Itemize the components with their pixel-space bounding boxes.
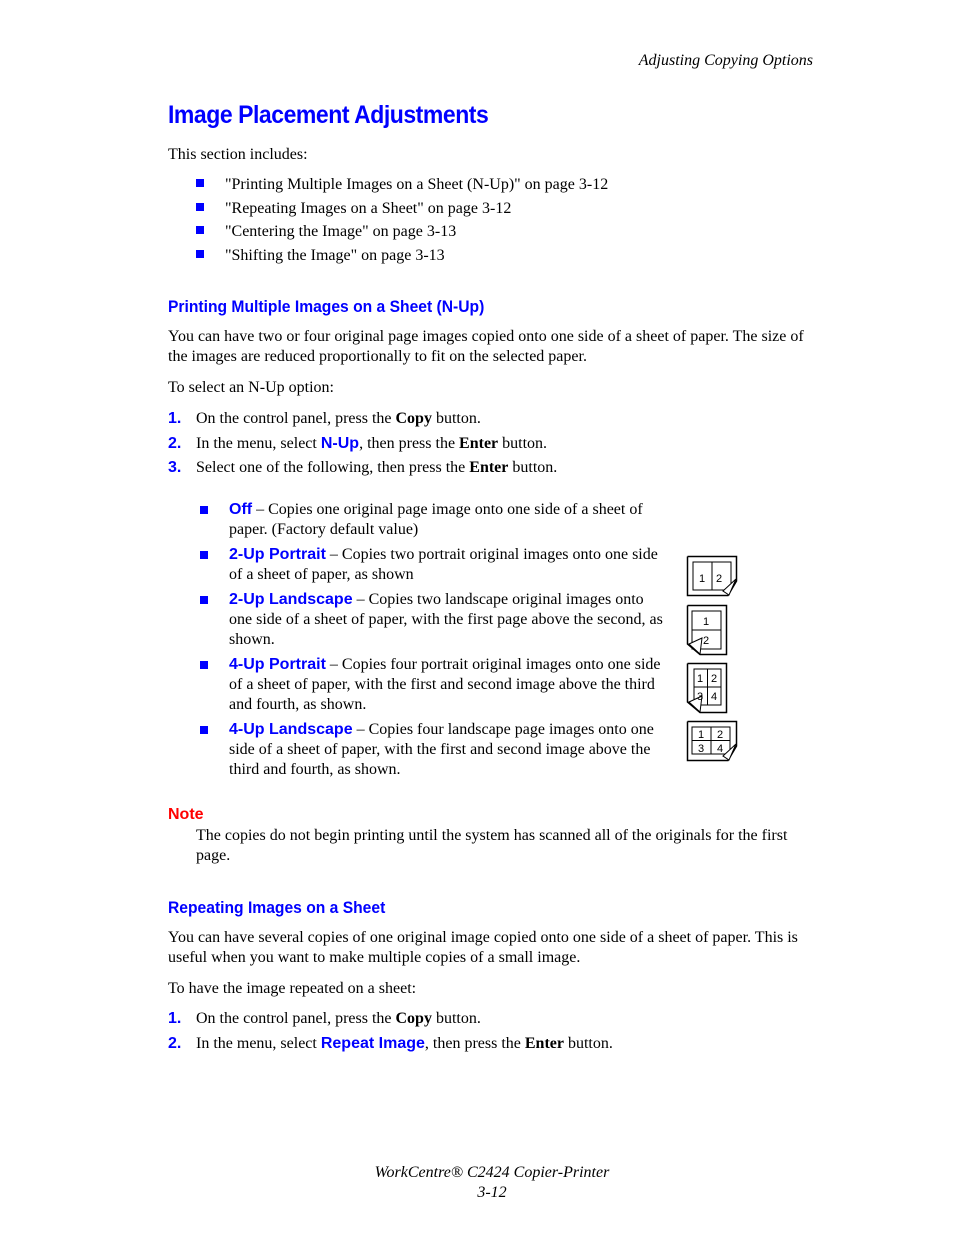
option-off: Off – Copies one original page image ont… (200, 500, 670, 540)
toc-list: "Printing Multiple Images on a Sheet (N-… (196, 176, 608, 270)
option-name: Off (229, 501, 253, 518)
step-number: 3. (168, 459, 182, 476)
bullet-icon (200, 551, 208, 559)
four-up-landscape-diagram-icon: 1 2 3 4 (686, 720, 738, 762)
step-number: 2. (168, 434, 182, 452)
option-2up-portrait: 2-Up Portrait – Copies two portrait orig… (200, 545, 670, 585)
diagram-label: 4 (711, 691, 717, 703)
bullet-icon (196, 179, 204, 187)
option-name: 2-Up Portrait (229, 546, 326, 563)
two-up-portrait-diagram-icon: 1 2 (686, 555, 738, 597)
footer-product: WorkCentre® C2424 Copier-Printer (374, 1164, 610, 1181)
step-text: In the menu, select N-Up, then press the… (196, 434, 548, 452)
repeat-lead: To have the image repeated on a sheet: (168, 980, 417, 997)
diagram-label: 2 (717, 729, 723, 741)
nup-steps: 1. On the control panel, press the Copy … (168, 410, 557, 484)
repeat-paragraph: You can have several copies of one origi… (168, 929, 798, 966)
bullet-icon (200, 596, 208, 604)
diagram-label: 1 (699, 573, 705, 585)
bullet-icon (196, 249, 204, 258)
toc-item[interactable]: "Shifting the Image" on page 3-13 (196, 247, 608, 271)
step-text: On the control panel, press the Copy but… (196, 410, 481, 427)
toc-item[interactable]: "Printing Multiple Images on a Sheet (N-… (196, 176, 608, 200)
menu-keyword: Repeat Image (320, 1034, 425, 1052)
toc-link[interactable]: "Shifting the Image" on page 3-13 (225, 247, 445, 265)
diagram-label: 3 (697, 691, 703, 703)
menu-keyword: N-Up (320, 434, 360, 452)
step-item: 2. In the menu, select N-Up, then press … (168, 435, 557, 460)
repeat-steps: 1. On the control panel, press the Copy … (168, 1010, 613, 1059)
nup-options-list: Off – Copies one original page image ont… (200, 500, 670, 785)
diagram-label: 2 (711, 673, 717, 685)
section-heading-nup: Printing Multiple Images on a Sheet (N-U… (168, 297, 485, 316)
diagram-label: 4 (717, 743, 723, 755)
diagram-label: 1 (697, 673, 703, 685)
intro-text: This section includes: (168, 146, 308, 163)
diagram-label: 1 (703, 616, 709, 628)
step-text: Select one of the following, then press … (196, 459, 558, 476)
page-title: Image Placement Adjustments (168, 101, 489, 129)
option-desc: – Copies one original page image onto on… (229, 501, 643, 538)
toc-item[interactable]: "Repeating Images on a Sheet" on page 3-… (196, 200, 608, 224)
diagram-label: 2 (716, 573, 722, 585)
step-item: 1. On the control panel, press the Copy … (168, 1010, 613, 1035)
toc-link[interactable]: "Centering the Image" on page 3-13 (225, 223, 456, 241)
diagram-label: 1 (698, 729, 704, 741)
step-text: On the control panel, press the Copy but… (196, 1010, 481, 1027)
toc-link[interactable]: "Printing Multiple Images on a Sheet (N-… (225, 176, 608, 194)
section-heading-repeat: Repeating Images on a Sheet (168, 898, 386, 917)
bullet-icon (200, 726, 208, 734)
step-number: 1. (168, 1010, 182, 1027)
diagram-label: 3 (698, 743, 704, 755)
step-number: 1. (168, 410, 182, 427)
toc-item[interactable]: "Centering the Image" on page 3-13 (196, 223, 608, 247)
step-number: 2. (168, 1034, 182, 1052)
step-item: 1. On the control panel, press the Copy … (168, 410, 557, 435)
running-header: Adjusting Copying Options (638, 52, 813, 69)
nup-paragraph: You can have two or four original page i… (168, 328, 804, 365)
option-name: 4-Up Landscape (229, 721, 353, 738)
option-name: 4-Up Portrait (229, 656, 326, 673)
option-2up-landscape: 2-Up Landscape – Copies two landscape or… (200, 590, 670, 650)
bullet-icon (196, 202, 204, 211)
nup-lead: To select an N-Up option: (168, 379, 334, 396)
step-item: 3. Select one of the following, then pre… (168, 459, 557, 484)
step-item: 2. In the menu, select Repeat Image, the… (168, 1035, 613, 1060)
bullet-icon (196, 226, 204, 234)
option-name: 2-Up Landscape (229, 591, 353, 608)
diagram-label: 2 (703, 635, 709, 647)
bullet-icon (200, 661, 208, 669)
bullet-icon (200, 506, 208, 514)
step-text: In the menu, select Repeat Image, then p… (196, 1034, 613, 1052)
page-footer: WorkCentre® C2424 Copier-Printer 3-12 (0, 1163, 954, 1203)
two-up-landscape-diagram-icon: 1 2 (686, 604, 728, 656)
option-4up-landscape: 4-Up Landscape – Copies four landscape p… (200, 720, 670, 780)
footer-page-number: 3-12 (477, 1184, 507, 1201)
note-text: The copies do not begin printing until t… (196, 827, 788, 864)
note-label: Note (168, 806, 204, 823)
toc-link[interactable]: "Repeating Images on a Sheet" on page 3-… (225, 200, 511, 218)
four-up-portrait-diagram-icon: 1 2 3 4 (686, 662, 728, 714)
option-4up-portrait: 4-Up Portrait – Copies four portrait ori… (200, 655, 670, 715)
